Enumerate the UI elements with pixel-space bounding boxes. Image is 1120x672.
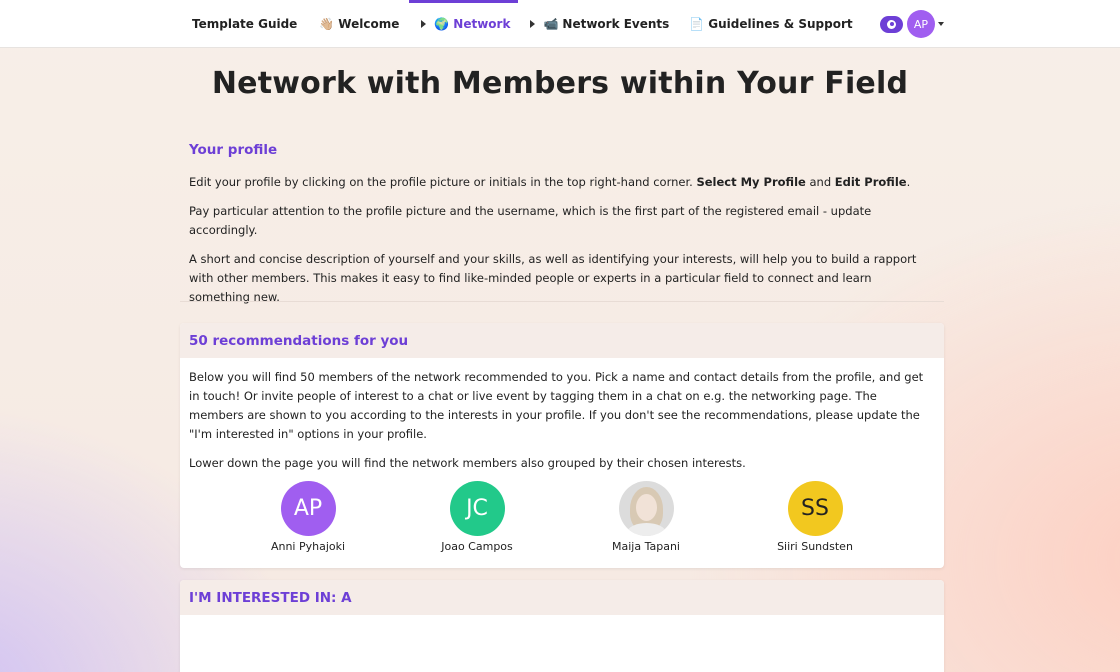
member-name[interactable]: Maija Tapani: [591, 540, 701, 553]
interested-in-card: I'M INTERESTED IN: A: [180, 580, 944, 672]
nav-label: Template Guide: [192, 17, 298, 31]
nav-label: Network: [453, 17, 511, 31]
nav-network[interactable]: 🌍 Network: [409, 0, 519, 48]
video-camera-icon: 📹: [543, 17, 559, 31]
member-avatar[interactable]: JC: [449, 481, 505, 536]
nav-label: Welcome: [338, 17, 400, 31]
user-menu[interactable]: AP: [880, 10, 944, 38]
card-heading: 50 recommendations for you: [180, 323, 944, 358]
user-avatar[interactable]: AP: [907, 10, 935, 38]
member-card[interactable]: AP Anni Pyhajoki: [253, 481, 363, 553]
expand-caret-icon[interactable]: [421, 20, 427, 28]
recommendations-paragraph-2: Lower down the page you will find the ne…: [189, 456, 746, 470]
profile-paragraph-3: A short and concise description of yours…: [189, 252, 917, 304]
member-avatar[interactable]: AP: [280, 481, 336, 536]
main-nav: Template Guide 👋🏼 Welcome 🌍 Network 📹 Ne…: [184, 0, 861, 48]
member-card[interactable]: SS Siiri Sundsten: [760, 481, 870, 553]
nav-network-events[interactable]: 📹 Network Events: [522, 0, 677, 48]
member-name[interactable]: Anni Pyhajoki: [253, 540, 363, 553]
nav-template-guide[interactable]: Template Guide: [184, 0, 305, 48]
text: and: [805, 175, 835, 189]
profile-paragraph-1: Edit your profile by clicking on the pro…: [189, 173, 929, 192]
profile-paragraph-2: Pay particular attention to the profile …: [189, 204, 872, 237]
section-divider: [180, 301, 944, 302]
card-heading: I'M INTERESTED IN: A: [180, 580, 944, 615]
page-title: Network with Members within Your Field: [211, 66, 909, 101]
member-list: AP Anni Pyhajoki JC Joao Campos Maija Ta…: [189, 473, 935, 568]
card-body: [180, 615, 944, 672]
chevron-down-icon[interactable]: [938, 22, 944, 26]
nav-welcome[interactable]: 👋🏼 Welcome: [311, 0, 407, 48]
top-navigation-bar: Template Guide 👋🏼 Welcome 🌍 Network 📹 Ne…: [0, 0, 1120, 48]
member-name[interactable]: Joao Campos: [422, 540, 532, 553]
nav-label: Guidelines & Support: [708, 17, 853, 31]
member-avatar-photo[interactable]: [618, 481, 674, 536]
text: .: [906, 175, 911, 189]
recommendations-paragraph-1: Below you will find 50 members of the ne…: [189, 370, 924, 441]
nav-guidelines-support[interactable]: 📄 Guidelines & Support: [681, 0, 860, 48]
waving-hand-icon: 👋🏼: [319, 17, 335, 31]
nav-label: Network Events: [562, 17, 670, 31]
profile-section: Your profile Edit your profile by clicki…: [189, 142, 929, 307]
network-globe-icon[interactable]: [880, 15, 903, 33]
document-icon: 📄: [689, 17, 705, 31]
member-card[interactable]: JC Joao Campos: [422, 481, 532, 553]
bold-text: Edit Profile: [834, 175, 907, 189]
member-card[interactable]: Maija Tapani: [591, 481, 701, 553]
globe-icon: 🌍: [434, 17, 450, 31]
member-avatar[interactable]: SS: [787, 481, 843, 536]
text: Edit your profile by clicking on the pro…: [189, 175, 697, 189]
section-heading: Your profile: [189, 142, 278, 158]
card-body: Below you will find 50 members of the ne…: [180, 358, 944, 568]
expand-caret-icon[interactable]: [530, 20, 536, 28]
bold-text: Select My Profile: [696, 175, 806, 189]
member-name[interactable]: Siiri Sundsten: [760, 540, 870, 553]
recommendations-card: 50 recommendations for you Below you wil…: [180, 323, 944, 568]
